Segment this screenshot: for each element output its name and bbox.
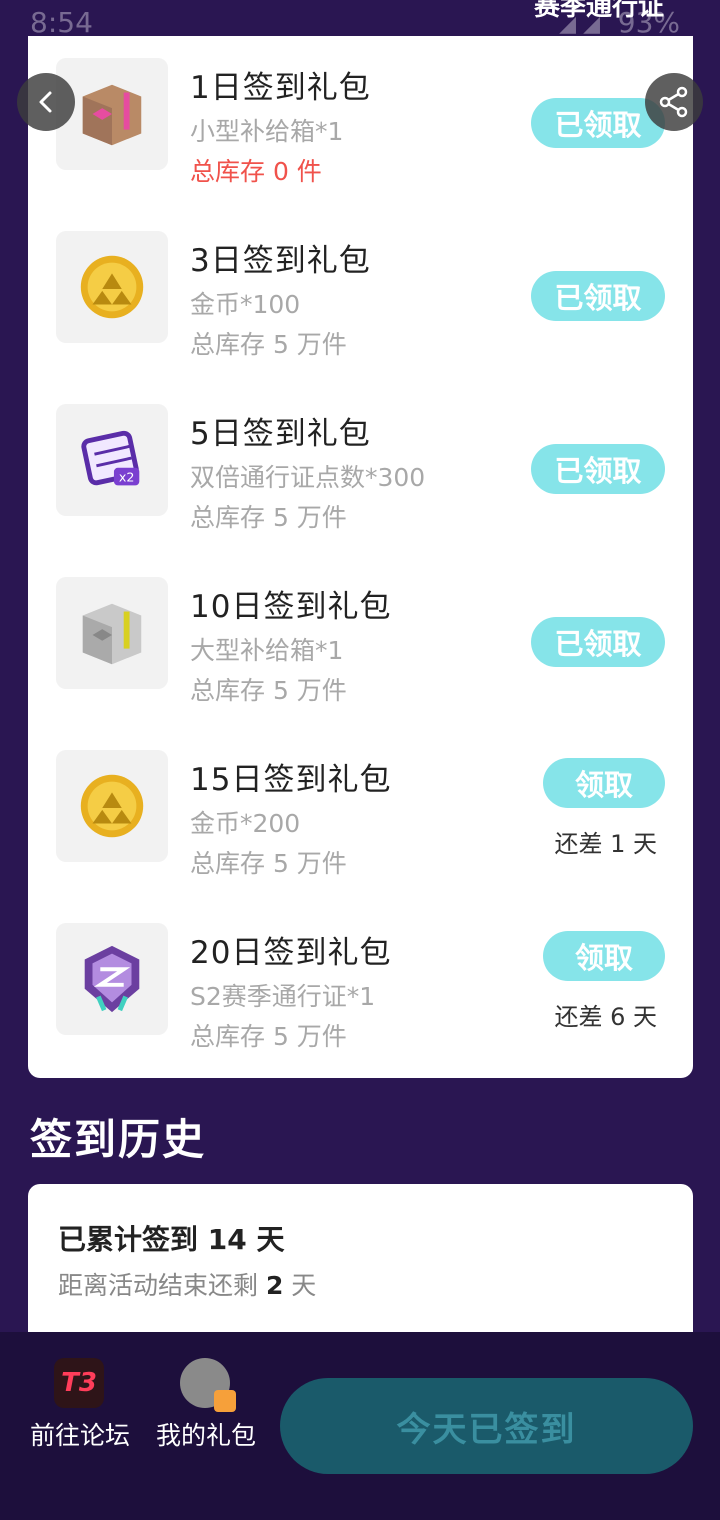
page-title: 赛季通行证	[533, 0, 664, 22]
reward-row: 3日签到礼包 金币*100 总库存 5 万件 已领取	[28, 209, 693, 369]
reward-item: S2赛季通行证*1	[190, 982, 376, 1011]
claim-button[interactable]: 领取	[543, 931, 665, 981]
reward-stock: 总库存 0 件	[190, 157, 322, 186]
bottom-bar: T3 前往论坛 我的礼包 今天已签到	[0, 1332, 720, 1520]
reward-stock: 总库存 5 万件	[190, 503, 347, 532]
reward-stock: 总库存 5 万件	[190, 1022, 347, 1051]
gold-coin-icon	[56, 750, 168, 862]
reward-item: 金币*200	[190, 809, 301, 838]
reward-row: 20日签到礼包 S2赛季通行证*1 总库存 5 万件 领取 还差 6 天	[28, 901, 693, 1061]
forum-label: 前往论坛	[30, 1421, 131, 1450]
days-remaining: 还差 6 天	[554, 1003, 657, 1031]
days-remaining: 还差 1 天	[554, 830, 657, 858]
reward-title: 5日签到礼包	[190, 416, 371, 452]
claim-button[interactable]: 领取	[543, 758, 665, 808]
share-button[interactable]	[645, 73, 703, 131]
claimed-button[interactable]: 已领取	[531, 444, 665, 494]
svg-text:x2: x2	[119, 469, 135, 484]
remaining-days-value: 2	[265, 1271, 284, 1300]
my-gifts-nav-button[interactable]: 我的礼包	[156, 1358, 256, 1456]
claimed-button[interactable]: 已领取	[531, 271, 665, 321]
checked-in-today-button[interactable]: 今天已签到	[280, 1378, 693, 1474]
small-supply-box-icon	[56, 58, 168, 170]
history-section-title: 签到历史	[30, 1115, 207, 1164]
chevron-left-icon	[39, 91, 52, 113]
back-button[interactable]	[17, 73, 75, 131]
reward-title: 10日签到礼包	[190, 589, 392, 625]
rewards-card: 1日签到礼包 小型补给箱*1 总库存 0 件 已领取 3日签到礼包 金币*100…	[28, 36, 693, 1078]
reward-item: 双倍通行证点数*300	[190, 463, 426, 492]
event-remaining: 距离活动结束还剩 2 天	[58, 1271, 317, 1300]
total-checkin-days: 已累计签到 14 天	[58, 1223, 285, 1256]
reward-item: 大型补给箱*1	[190, 636, 344, 665]
reward-title: 1日签到礼包	[190, 70, 371, 106]
reward-row: x2 5日签到礼包 双倍通行证点数*300 总库存 5 万件 已领取	[28, 382, 693, 542]
reward-row: 10日签到礼包 大型补给箱*1 总库存 5 万件 已领取	[28, 555, 693, 715]
reward-stock: 总库存 5 万件	[190, 330, 347, 359]
forum-nav-button[interactable]: T3 前往论坛	[30, 1358, 130, 1456]
double-pass-points-icon: x2	[56, 404, 168, 516]
avatar	[180, 1358, 236, 1412]
reward-title: 20日签到礼包	[190, 935, 392, 971]
reward-item: 金币*100	[190, 290, 301, 319]
reward-stock: 总库存 5 万件	[190, 849, 347, 878]
reward-title: 15日签到礼包	[190, 762, 392, 798]
large-supply-box-icon	[56, 577, 168, 689]
gift-icon	[214, 1390, 236, 1412]
season-pass-badge-icon	[56, 923, 168, 1035]
reward-item: 小型补给箱*1	[190, 117, 344, 146]
reward-title: 3日签到礼包	[190, 243, 371, 279]
reward-stock: 总库存 5 万件	[190, 676, 347, 705]
status-time: 8:54	[30, 6, 93, 39]
share-icon	[659, 86, 688, 118]
my-gifts-label: 我的礼包	[156, 1421, 257, 1450]
claimed-button[interactable]: 已领取	[531, 617, 665, 667]
reward-row: 15日签到礼包 金币*200 总库存 5 万件 领取 还差 1 天	[28, 728, 693, 888]
forum-app-icon: T3	[54, 1358, 104, 1408]
gold-coin-icon	[56, 231, 168, 343]
reward-row: 1日签到礼包 小型补给箱*1 总库存 0 件 已领取	[28, 36, 693, 196]
